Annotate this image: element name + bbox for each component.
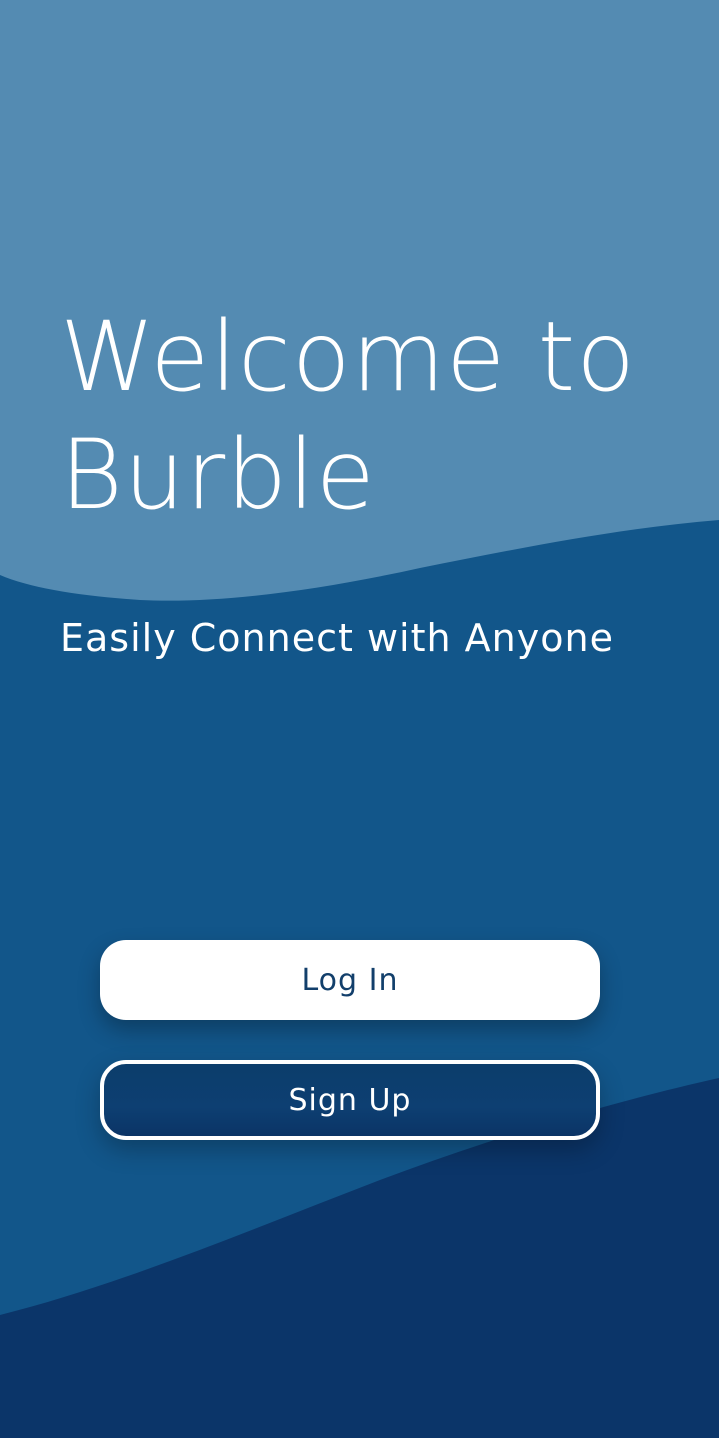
signup-button[interactable]: Sign Up [100, 1060, 600, 1140]
login-button-label: Log In [301, 962, 399, 998]
welcome-screen: Welcome to Burble Easily Connect with An… [0, 0, 719, 1438]
login-button[interactable]: Log In [100, 940, 600, 1020]
title-line-1: Welcome to [60, 301, 637, 413]
welcome-title: Welcome to Burble [60, 298, 660, 534]
welcome-subtitle: Easily Connect with Anyone [60, 616, 614, 660]
title-line-2: Burble [60, 419, 376, 531]
content-layer: Welcome to Burble Easily Connect with An… [0, 0, 719, 1438]
signup-button-label: Sign Up [288, 1082, 412, 1118]
